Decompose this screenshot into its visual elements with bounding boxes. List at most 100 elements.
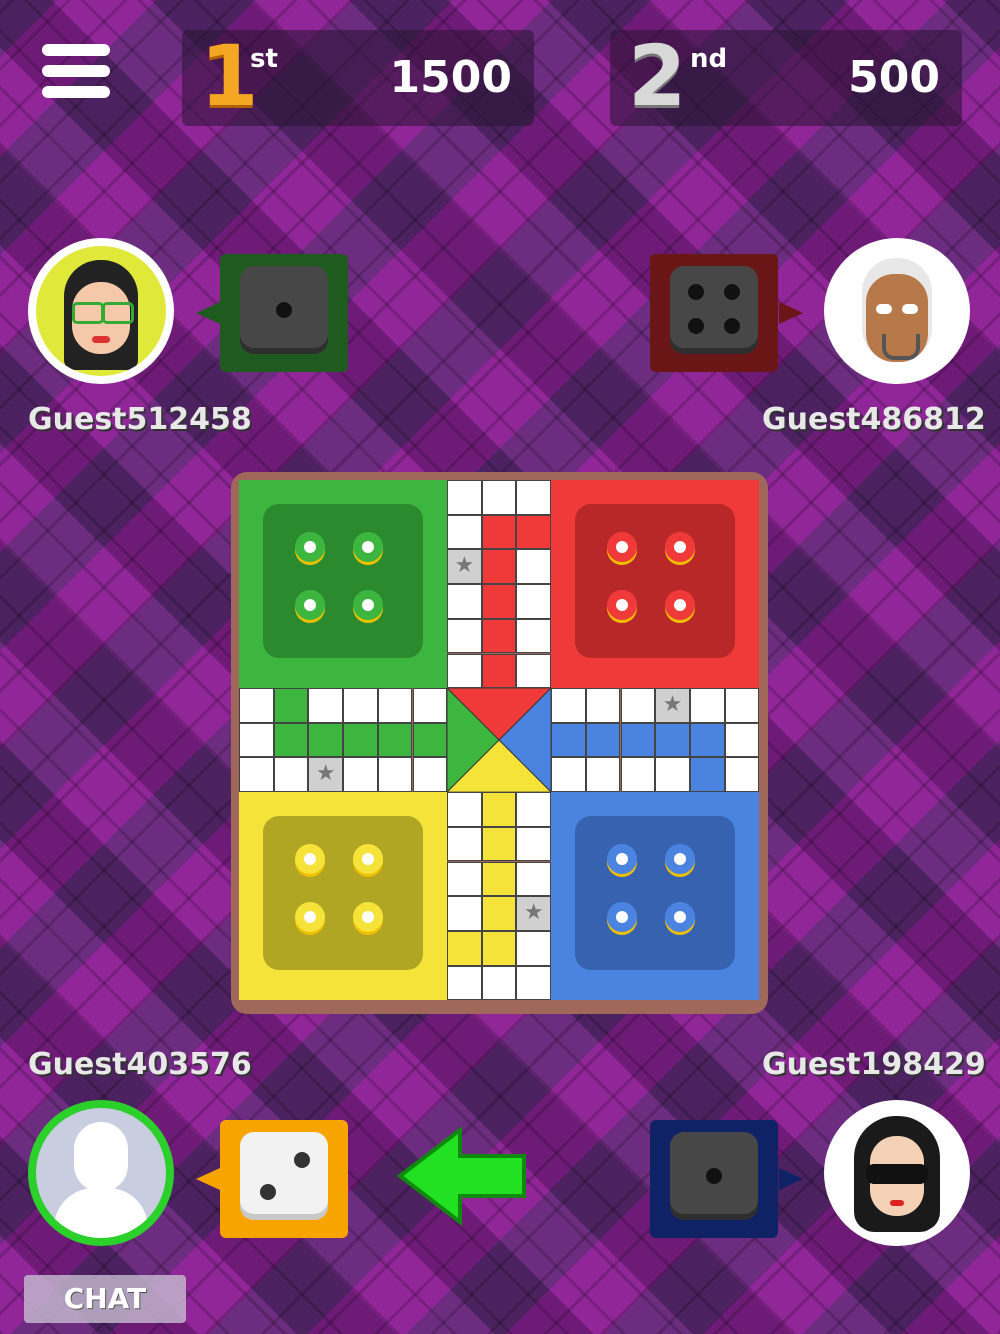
board-cell bbox=[689, 688, 725, 723]
token-yellow[interactable] bbox=[295, 844, 325, 875]
board-cell bbox=[551, 688, 586, 723]
die-icon[interactable] bbox=[240, 1132, 328, 1220]
avatar-player-1[interactable] bbox=[28, 238, 174, 384]
board-cell bbox=[724, 757, 760, 793]
home-yard-yellow bbox=[263, 816, 423, 971]
token-green[interactable] bbox=[295, 532, 325, 562]
dice-box-player-1 bbox=[220, 254, 348, 372]
board-cell bbox=[447, 965, 482, 1001]
board-cell bbox=[308, 722, 344, 758]
star-icon: ★ bbox=[656, 689, 689, 722]
score-value-first: 1500 bbox=[389, 52, 512, 103]
board-cell bbox=[724, 688, 760, 723]
board-cell bbox=[412, 722, 448, 758]
token-blue[interactable] bbox=[665, 844, 696, 875]
board-cell bbox=[412, 757, 448, 793]
board-cell bbox=[447, 514, 482, 550]
token-yellow[interactable] bbox=[353, 902, 383, 933]
board-cell bbox=[447, 584, 482, 619]
dice-box-player-3[interactable] bbox=[220, 1120, 348, 1238]
board-cell bbox=[655, 757, 690, 793]
board-cell bbox=[377, 722, 413, 758]
board-cell bbox=[516, 826, 552, 862]
center-home-triangles bbox=[447, 688, 552, 793]
board-cell bbox=[551, 722, 586, 758]
die-icon bbox=[670, 266, 758, 354]
die-icon bbox=[240, 266, 328, 354]
board-cell bbox=[447, 896, 482, 931]
token-blue[interactable] bbox=[665, 902, 696, 933]
star-icon: ★ bbox=[448, 550, 481, 584]
score-first: 1 st 1500 bbox=[182, 30, 534, 126]
star-icon: ★ bbox=[517, 897, 551, 930]
player-name-4: Guest198429 bbox=[762, 1047, 986, 1082]
board-cell bbox=[343, 722, 378, 758]
board-cell bbox=[447, 792, 482, 827]
board-cell bbox=[689, 757, 725, 793]
board-cell bbox=[551, 757, 586, 793]
board-cell bbox=[273, 757, 309, 793]
home-yard-red bbox=[575, 504, 736, 658]
board-cell bbox=[377, 757, 413, 793]
player-name-2: Guest486812 bbox=[762, 402, 986, 437]
board-cell bbox=[620, 722, 656, 758]
player-name-1: Guest512458 bbox=[28, 402, 252, 437]
board-cell bbox=[516, 965, 552, 1001]
board-cell bbox=[377, 688, 413, 723]
board-cell bbox=[412, 688, 448, 723]
board-cell bbox=[516, 653, 552, 689]
avatar-player-3[interactable] bbox=[28, 1100, 174, 1246]
token-green[interactable] bbox=[353, 532, 383, 562]
token-blue[interactable] bbox=[607, 902, 638, 933]
board-cell bbox=[655, 722, 690, 758]
avatar-player-4[interactable] bbox=[824, 1100, 970, 1246]
board-cell bbox=[447, 653, 482, 689]
board-cell bbox=[273, 722, 309, 758]
board-cell bbox=[724, 722, 760, 758]
board-cell bbox=[481, 826, 517, 862]
token-red[interactable] bbox=[607, 590, 638, 620]
token-red[interactable] bbox=[665, 590, 696, 620]
board-cell bbox=[447, 480, 482, 515]
token-yellow[interactable] bbox=[353, 844, 383, 875]
score-second: 2 nd 500 bbox=[610, 30, 962, 126]
rank-suffix-first: st bbox=[250, 44, 278, 74]
board-cell bbox=[481, 584, 517, 619]
board-cell bbox=[481, 965, 517, 1001]
board-cell bbox=[481, 896, 517, 931]
home-yard-blue bbox=[575, 816, 736, 971]
star-icon: ★ bbox=[309, 758, 343, 792]
chat-button[interactable]: CHAT bbox=[24, 1275, 186, 1323]
board-cell bbox=[447, 826, 482, 862]
ludo-board: ★ ★ ★ ★ bbox=[231, 472, 768, 1014]
board-cell bbox=[239, 757, 274, 793]
board-cell bbox=[343, 757, 378, 793]
board-cell bbox=[239, 688, 274, 723]
board-cell bbox=[447, 861, 482, 897]
menu-button[interactable] bbox=[42, 44, 110, 108]
avatar-player-2[interactable] bbox=[824, 238, 970, 384]
player-name-3: Guest403576 bbox=[28, 1047, 252, 1082]
score-value-second: 500 bbox=[848, 52, 940, 103]
turn-arrow-icon bbox=[396, 1126, 526, 1226]
token-yellow[interactable] bbox=[295, 902, 325, 933]
board-cell bbox=[239, 722, 274, 758]
board-cell bbox=[343, 688, 378, 723]
board-cell bbox=[273, 688, 309, 723]
board-cell bbox=[481, 549, 517, 585]
board-cell bbox=[620, 688, 656, 723]
token-red[interactable] bbox=[607, 532, 638, 562]
board-cell bbox=[481, 618, 517, 654]
dice-box-player-4 bbox=[650, 1120, 778, 1238]
token-blue[interactable] bbox=[607, 844, 638, 875]
rank-suffix-second: nd bbox=[690, 44, 728, 74]
board-cell bbox=[620, 757, 656, 793]
hamburger-menu-icon bbox=[42, 44, 110, 56]
token-red[interactable] bbox=[665, 532, 696, 562]
board-cell bbox=[516, 584, 552, 619]
board-cell bbox=[516, 618, 552, 654]
board-cell bbox=[585, 722, 621, 758]
dice-box-player-2 bbox=[650, 254, 778, 372]
token-green[interactable] bbox=[353, 590, 383, 620]
token-green[interactable] bbox=[295, 590, 325, 620]
